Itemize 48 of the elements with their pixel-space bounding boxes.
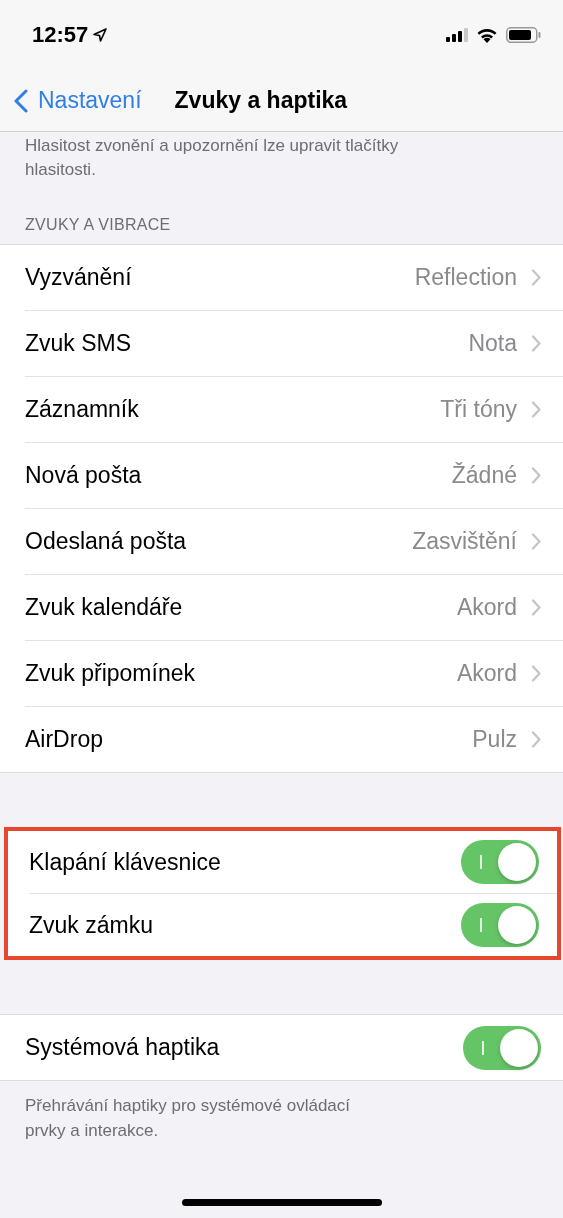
row-label: Odeslaná pošta [25, 528, 187, 555]
row-value: Akord [456, 660, 517, 687]
row-label: Nová pošta [25, 462, 142, 489]
row-value: Reflection [414, 264, 517, 291]
settings-row[interactable]: Zvuk připomínek Akord [25, 641, 563, 707]
settings-row[interactable]: Vyzvánění Reflection [25, 245, 563, 311]
chevron-right-icon [531, 335, 541, 352]
toggle-switch[interactable] [463, 1025, 541, 1070]
chevron-right-icon [531, 401, 541, 418]
settings-row[interactable]: Zvuk SMS Nota [25, 311, 563, 377]
chevron-right-icon [531, 665, 541, 682]
row-label: Zvuk SMS [25, 330, 132, 357]
chevron-right-icon [531, 599, 541, 616]
row-value: Pulz [472, 726, 517, 753]
row-label: Zvuk kalendáře [25, 594, 183, 621]
section-footer: Přehrávání haptiky pro systémové ovládací prvky a interakce. [0, 1081, 563, 1143]
row-label: Vyzvánění [25, 264, 132, 291]
settings-row[interactable]: Záznamník Tři tóny [25, 377, 563, 443]
clock-time: 12:57 [32, 22, 89, 48]
row-value: Tři tóny [440, 396, 517, 423]
back-button[interactable]: Nastavení [14, 87, 142, 114]
chevron-right-icon [531, 467, 541, 484]
chevron-right-icon [531, 269, 541, 286]
row-label: Zvuk připomínek [25, 660, 195, 687]
section-header: ZVUKY A VIBRACE [24, 215, 172, 235]
row-label: Záznamník [25, 396, 139, 423]
chevron-right-icon [531, 731, 541, 748]
settings-row[interactable]: AirDrop Pulz [25, 707, 563, 772]
settings-row[interactable]: Nová pošta Žádné [25, 443, 563, 509]
row-value: Akord [456, 594, 517, 621]
row-label: Klapání klávesnice [29, 848, 221, 876]
screen-title: Zvuky a haptika [174, 87, 348, 114]
settings-row[interactable]: Odeslaná pošta Zasvištění [25, 509, 563, 575]
volume-note: Hlasitost zvonění a upozornění lze upravit tlačítky hlasitosti. [24, 135, 400, 181]
row-value: Zasvištění [412, 528, 517, 555]
wifi-icon [476, 27, 498, 43]
row-label: Zvuk zámku [29, 911, 153, 939]
toggle-switch[interactable] [461, 903, 539, 947]
row-label: AirDrop [25, 726, 103, 753]
chevron-right-icon [531, 533, 541, 550]
row-value: Žádné [451, 462, 517, 489]
row-value: Nota [468, 330, 517, 357]
back-chevron-icon [14, 88, 28, 113]
battery-icon [506, 27, 541, 43]
settings-row[interactable]: Zvuk kalendáře Akord [25, 575, 563, 641]
signal-icon [446, 28, 468, 42]
toggle-switch[interactable] [461, 840, 539, 884]
row-label: Systémová haptika [25, 1034, 220, 1061]
